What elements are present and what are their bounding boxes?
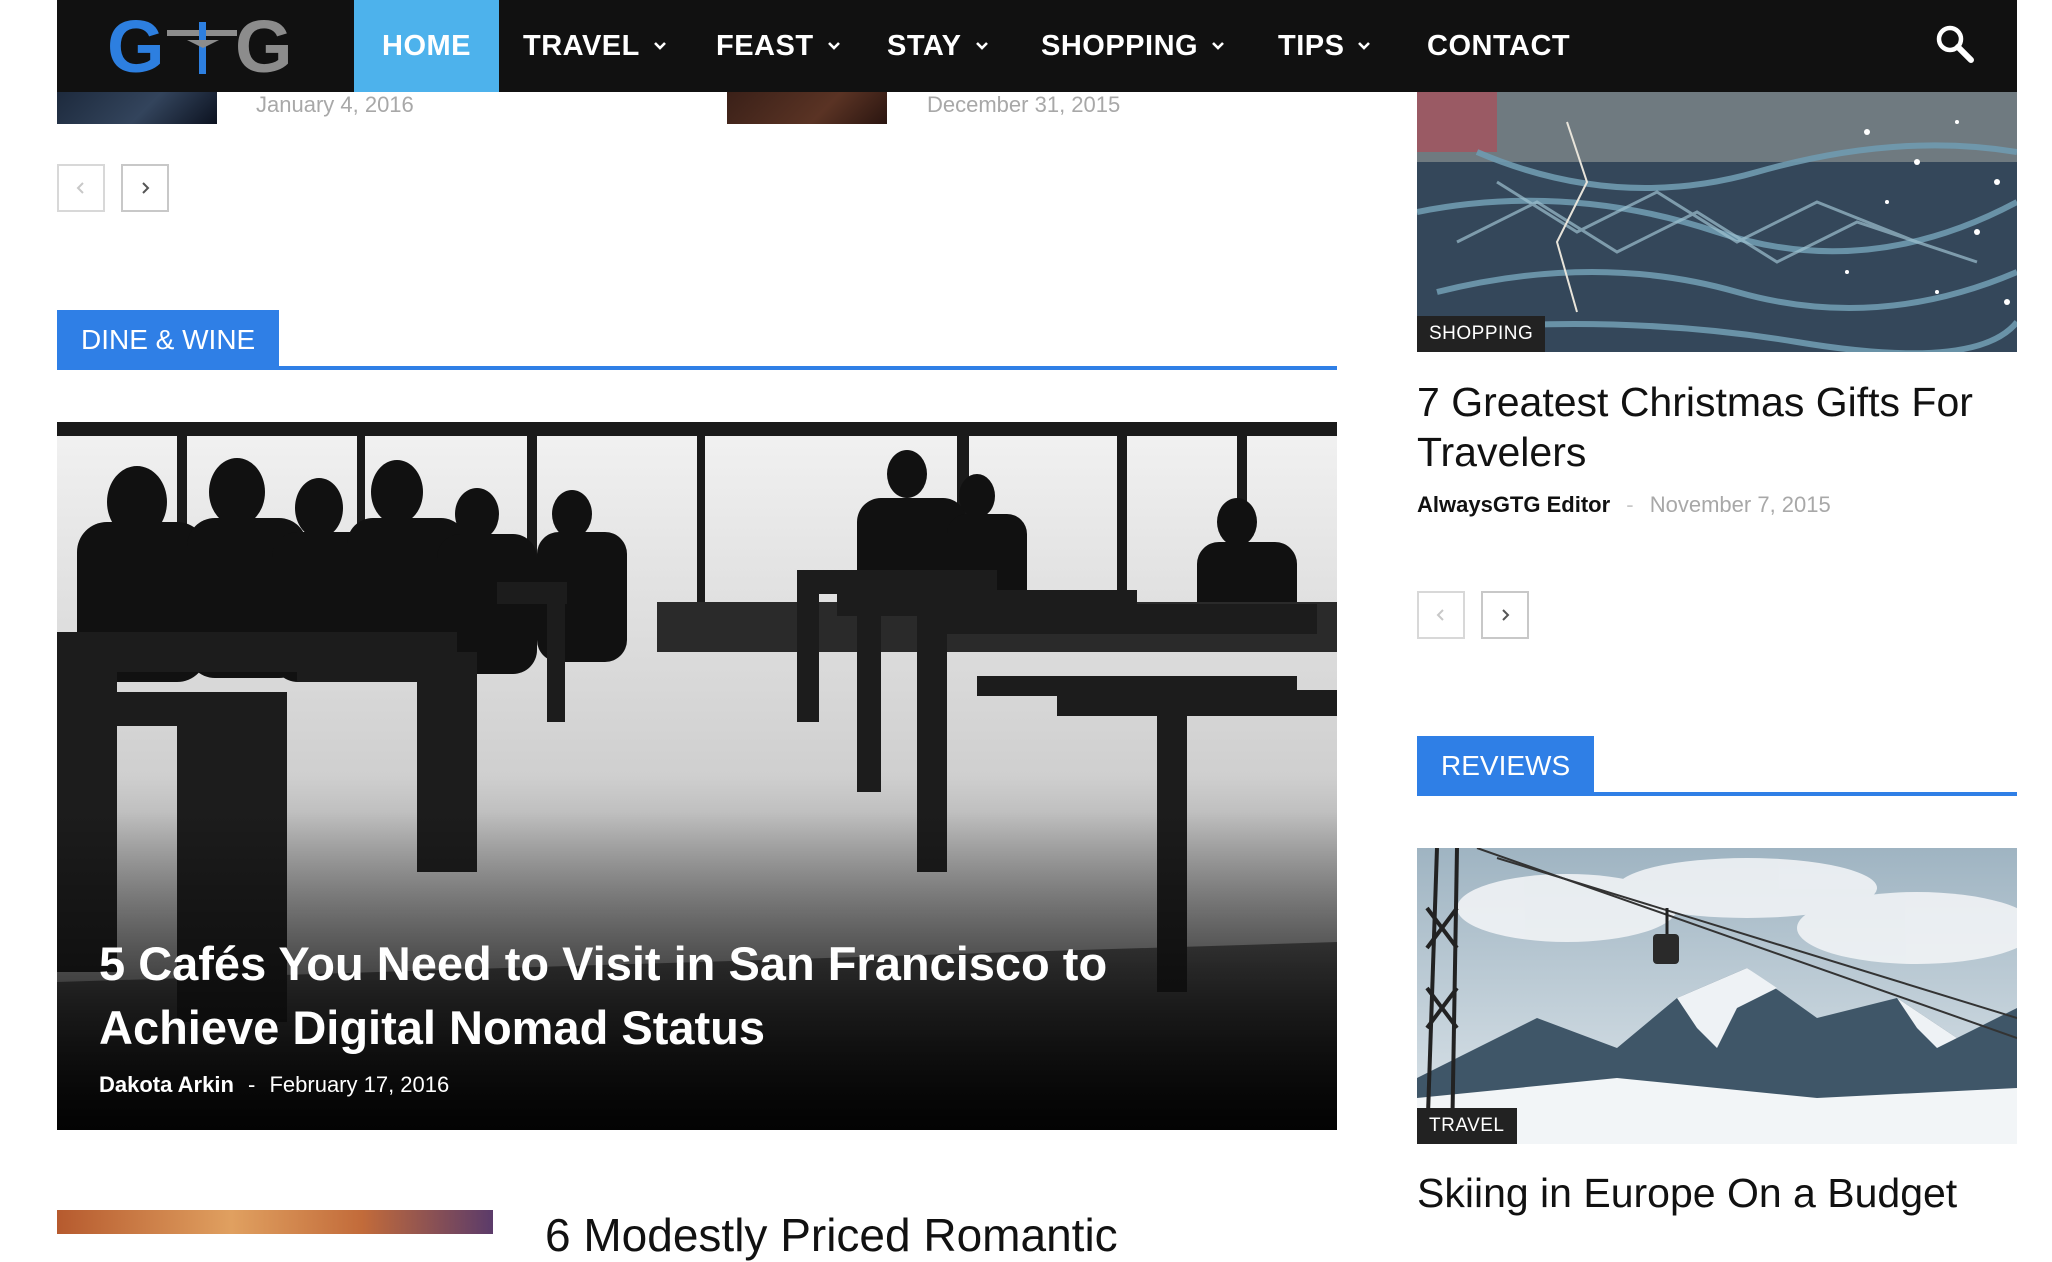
chevron-down-icon [1212,42,1225,50]
category-badge[interactable]: TRAVEL [1417,1108,1517,1144]
nav-travel-label: TRAVEL [523,29,640,62]
post-date: November 7, 2015 [1649,492,1831,517]
post-date: December 31, 2015 [927,92,1121,117]
nav-contact-label: CONTACT [1427,29,1571,62]
chevron-left-icon [1436,609,1444,621]
sidebar-post-image[interactable]: TRAVEL [1417,848,2017,1144]
nav-home[interactable]: HOME [354,0,499,92]
chevron-down-icon [975,42,988,50]
featured-post-meta: Dakota Arkin - February 17, 2016 [99,1072,449,1098]
chevron-down-icon [1358,42,1371,50]
prev-page-button[interactable] [1417,591,1465,639]
post-thumbnail[interactable] [727,92,887,124]
category-badge[interactable]: SHOPPING [1417,316,1546,352]
next-page-button[interactable] [121,164,169,212]
section-header-dine-wine: DINE & WINE [57,310,1337,370]
section-tag[interactable]: DINE & WINE [57,310,280,370]
svg-text:G: G [107,8,165,84]
nav-stay-label: STAY [887,29,962,62]
nav-feast[interactable]: FEAST [716,0,840,92]
sidebar-post-meta: AlwaysGTG Editor - November 7, 2015 [1417,492,1831,518]
post-thumbnail[interactable] [57,92,217,124]
top-navbar: G G HOME TRAVEL FEAST STAY SHOPPING TIPS… [57,0,2017,92]
sidebar-post-title[interactable]: Skiing in Europe On a Budget [1417,1168,2017,1218]
section-header-reviews: REVIEWS [1417,736,2017,796]
nav-tips[interactable]: TIPS [1278,0,1371,92]
meta-separator: - [248,1072,256,1097]
post-date: February 17, 2016 [269,1072,450,1097]
nav-stay[interactable]: STAY [887,0,988,92]
chevron-down-icon [827,42,840,50]
nav-tips-label: TIPS [1278,29,1345,62]
nav-shopping-label: SHOPPING [1041,29,1199,62]
sidebar-post-image[interactable]: SHOPPING [1417,92,2017,352]
ski-lift-mountain-image [1417,848,2017,1144]
nav-contact[interactable]: CONTACT [1427,0,1570,92]
featured-post-title[interactable]: 5 Cafés You Need to Visit in San Francis… [99,932,1279,1060]
chevron-down-icon [653,42,666,50]
section-divider [57,366,1337,370]
post-date: January 4, 2016 [256,92,414,117]
next-page-button[interactable] [1481,591,1529,639]
nav-travel[interactable]: TRAVEL [523,0,666,92]
search-icon[interactable] [1935,24,1975,64]
svg-text:G: G [235,8,293,84]
nav-home-label: HOME [382,29,471,62]
sidebar-post-title[interactable]: 7 Greatest Christmas Gifts For Travelers [1417,377,2017,477]
prev-page-button[interactable] [57,164,105,212]
chevron-right-icon [142,182,150,194]
featured-post[interactable]: 5 Cafés You Need to Visit in San Francis… [57,422,1337,1130]
nav-feast-label: FEAST [716,29,814,62]
post-author[interactable]: AlwaysGTG Editor [1417,492,1610,517]
post-author[interactable]: Dakota Arkin [99,1072,234,1097]
section-tag[interactable]: REVIEWS [1417,736,1595,796]
meta-separator: - [1626,492,1634,517]
chevron-right-icon [1502,609,1510,621]
nav-shopping[interactable]: SHOPPING [1041,0,1225,92]
christmas-tree-image [1417,92,2017,352]
site-logo[interactable]: G G [107,5,317,88]
section-divider [1417,792,2017,796]
chevron-left-icon [76,182,84,194]
post-thumbnail[interactable] [57,1210,493,1234]
post-title[interactable]: 6 Modestly Priced Romantic [545,1208,1118,1262]
